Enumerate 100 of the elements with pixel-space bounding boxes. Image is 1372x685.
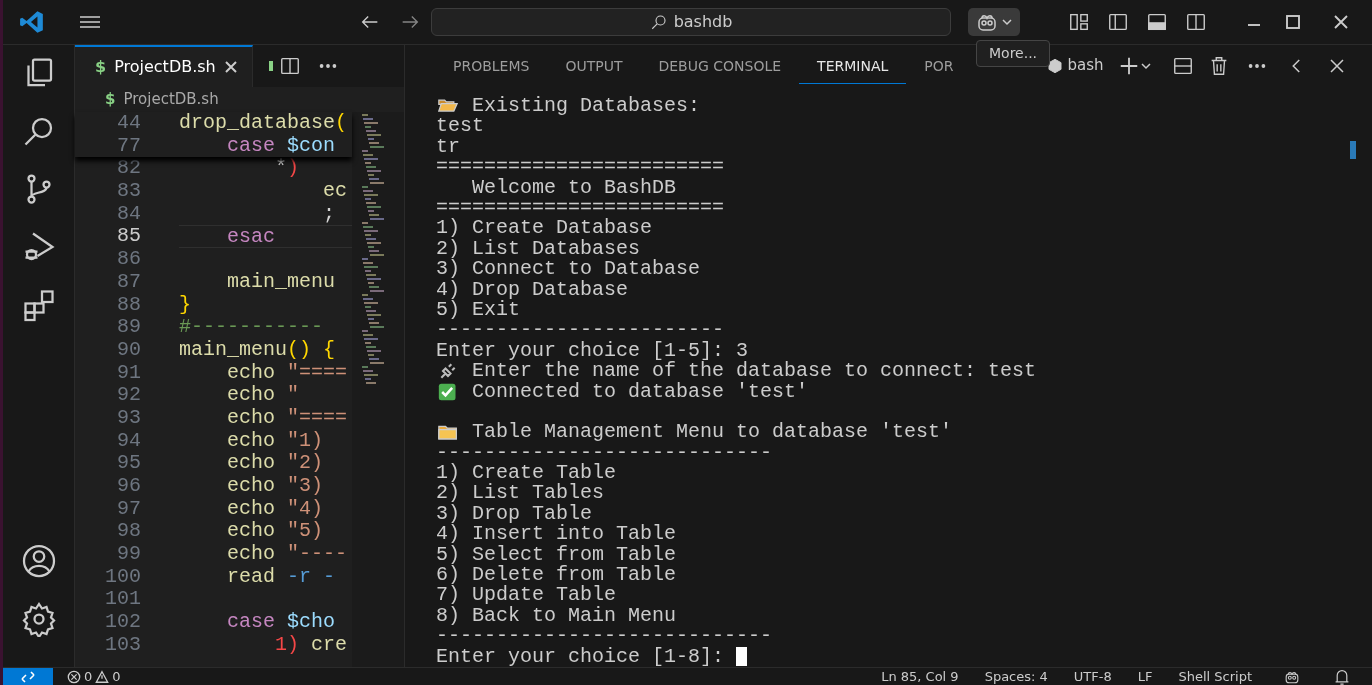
code-line: echo "==== [226, 361, 349, 385]
close-icon[interactable] [1332, 13, 1350, 31]
terminal-line: test [436, 116, 484, 137]
shell-file-icon: $ [105, 88, 116, 111]
line-number: 97 [116, 497, 141, 521]
layout-grid-icon[interactable] [1068, 11, 1090, 33]
close-icon[interactable] [223, 60, 238, 74]
code-line: echo "1) [226, 429, 325, 453]
line-number: 95 [116, 452, 141, 475]
minimap-drawing[interactable] [362, 114, 387, 384]
line-number: 89 [116, 316, 141, 339]
breadcrumb[interactable]: ProjectDB.sh [123, 88, 219, 111]
terminal-cursor [736, 647, 748, 667]
terminal-line: 5) Select from Table [436, 544, 677, 566]
line-number: 102 [104, 611, 141, 634]
terminal-line: tr [436, 136, 460, 158]
search-field[interactable]: bashdb [431, 8, 951, 36]
file-type-icon [268, 61, 273, 71]
terminal-name[interactable]: bash [1067, 54, 1104, 77]
code-line: echo "5) [226, 520, 325, 544]
line-number: 103 [104, 633, 141, 657]
shell-file-icon: $ [95, 55, 107, 79]
copilot-button[interactable] [968, 8, 1020, 36]
terminal-line: 4) Drop Database [436, 279, 629, 300]
code-line: read -r - [226, 565, 337, 589]
chevron-down-icon [1001, 16, 1013, 28]
code-line: echo "==== [226, 406, 349, 430]
code-line: main_menu [226, 270, 337, 294]
line-number: 44 [116, 112, 141, 135]
terminal-line: 2) List Databases [436, 238, 641, 260]
line-number: 94 [116, 429, 141, 453]
line-number: 100 [104, 565, 141, 589]
terminal-line: ======================== [436, 157, 725, 178]
status-item[interactable]: UTF-8 [1073, 666, 1112, 685]
panel-tab[interactable]: PROBLEMS [435, 47, 548, 84]
line-number: 92 [116, 384, 141, 407]
code-line: echo "4) [226, 497, 325, 521]
close-icon[interactable] [1327, 56, 1346, 75]
line-number: 93 [116, 406, 141, 430]
bell-icon[interactable] [1334, 668, 1350, 685]
line-number: 101 [104, 588, 141, 612]
terminal-prompt: Enter your choice [1-8]: [436, 646, 725, 667]
terminal-line: 4) Insert into Table [436, 524, 677, 545]
editor-tab[interactable]: $ ProjectDB.sh [75, 45, 253, 87]
terminal-line: Enter the name of the database to connect: test [472, 361, 1037, 382]
line-number: 91 [116, 361, 141, 385]
remote-button[interactable] [3, 667, 53, 685]
line-number: 86 [116, 248, 141, 271]
code-line: echo "3) [226, 475, 325, 498]
code-line: *) [274, 157, 301, 181]
line-number: 98 [116, 520, 141, 544]
terminal-line: 8) Back to Main Menu [436, 605, 677, 627]
code-line: ; [322, 202, 337, 226]
terminal-line: 6) Delete from Table [436, 565, 677, 586]
line-number: 96 [116, 475, 141, 498]
terminal-line: 7) Update Table [436, 585, 617, 606]
terminal-line: 2) List Tables [436, 483, 605, 504]
panel-tab[interactable]: DEBUG CONSOLE [640, 47, 800, 84]
settings-icon[interactable] [20, 601, 57, 637]
code-line: #----------- [179, 316, 325, 339]
panel-tab[interactable]: OUTPUT [547, 47, 641, 84]
code-line: 1) cre [274, 633, 349, 657]
sidebar-right-icon[interactable] [1185, 11, 1207, 33]
terminal-line: Connected to database 'test' [472, 381, 809, 402]
terminal-line: 3) Connect to Database [436, 259, 701, 280]
panel-bottom-icon[interactable] [1146, 11, 1168, 33]
line-number: 99 [116, 543, 141, 566]
code-line: echo " [226, 384, 301, 407]
line-number: 87 [116, 270, 141, 294]
code-line: esac [179, 225, 353, 249]
status-item[interactable]: LF [1137, 666, 1153, 685]
status-item[interactable]: Shell Script [1178, 666, 1252, 685]
error-icon [67, 669, 81, 684]
panel-tab[interactable]: POR [906, 47, 972, 84]
code-line: } [179, 293, 192, 317]
problems-button[interactable]: 0 0 [67, 666, 121, 685]
terminal-line: Welcome to BashDB [471, 177, 677, 199]
code-line: case $cho [226, 611, 337, 634]
scrollbar-thumb[interactable] [1350, 141, 1356, 159]
line-number: 83 [116, 180, 141, 203]
maximize-icon[interactable] [1284, 13, 1302, 31]
split-editor-icon[interactable] [278, 55, 301, 77]
code-line: ec [322, 180, 349, 203]
line-number: 82 [116, 157, 141, 181]
code-line: echo "2) [226, 452, 325, 475]
remote-icon [20, 669, 36, 684]
terminal-line: ======================== [436, 198, 725, 219]
status-item[interactable]: Ln 85, Col 9 [881, 666, 959, 685]
search-icon [649, 13, 668, 31]
code-line: case $con [226, 134, 337, 158]
line-number: 84 [116, 202, 141, 226]
line-number: 88 [116, 293, 141, 317]
panel-tab[interactable]: TERMINAL [799, 47, 907, 84]
sidebar-left-icon[interactable] [1107, 11, 1129, 33]
account-icon[interactable] [20, 543, 57, 579]
terminal-line: 1) Create Table [436, 463, 617, 484]
terminal-line: ---------------------------- [436, 442, 773, 464]
warning-icon [95, 669, 110, 684]
terminal-line: Table Management Menu to database 'test' [472, 422, 953, 443]
status-item[interactable]: Spaces: 4 [984, 666, 1048, 685]
